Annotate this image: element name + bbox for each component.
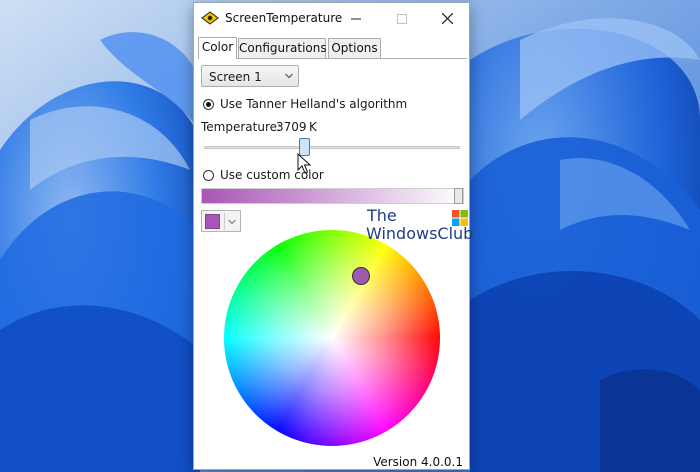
window-title: ScreenTemperature <box>225 11 343 25</box>
temperature-slider-track <box>204 146 460 149</box>
saturation-overlay <box>224 230 440 446</box>
version-label: Version 4.0.0.1 <box>373 455 463 469</box>
minimize-icon <box>351 18 361 19</box>
custom-color-radio[interactable] <box>203 170 214 181</box>
color-intensity-thumb[interactable] <box>454 188 463 204</box>
maximize-icon <box>397 13 407 24</box>
tab-options[interactable]: Options <box>328 38 381 58</box>
tanner-algorithm-radio[interactable] <box>203 99 214 110</box>
eye-icon <box>201 11 219 25</box>
tab-panel-border <box>198 58 467 59</box>
temperature-value: 3709 <box>276 120 307 134</box>
temperature-label: Temperature: <box>201 120 282 134</box>
custom-color-intensity-slider[interactable] <box>201 188 464 204</box>
windows-logo-icon <box>452 210 468 226</box>
color-gradient-bar <box>202 189 463 203</box>
selected-color-swatch <box>205 214 220 229</box>
watermark-line1: The <box>367 206 397 225</box>
color-picker-button[interactable] <box>201 210 241 232</box>
tanner-algorithm-label[interactable]: Use Tanner Helland's algorithm <box>220 97 407 111</box>
watermark: The WindowsClub <box>366 206 473 243</box>
color-wheel-marker[interactable] <box>351 267 370 286</box>
tab-strip: Color Configurations Options <box>198 37 467 59</box>
chevron-down-icon <box>285 73 293 79</box>
watermark-line2: WindowsClub <box>366 224 474 243</box>
maximize-button[interactable] <box>379 3 425 34</box>
temperature-unit: K <box>309 120 317 134</box>
screen-dropdown-value: Screen 1 <box>209 70 262 84</box>
screen-dropdown[interactable]: Screen 1 <box>201 65 299 87</box>
tab-color[interactable]: Color <box>198 37 237 59</box>
close-icon <box>441 13 453 24</box>
swatch-divider <box>224 213 225 230</box>
title-bar[interactable]: ScreenTemperature <box>194 3 469 34</box>
chevron-down-icon <box>228 219 236 225</box>
custom-color-label[interactable]: Use custom color <box>220 168 324 182</box>
minimize-button[interactable] <box>333 3 379 34</box>
color-wheel[interactable] <box>224 230 440 446</box>
close-button[interactable] <box>424 3 469 34</box>
tab-configurations[interactable]: Configurations <box>238 38 327 58</box>
temperature-slider[interactable] <box>204 137 460 159</box>
